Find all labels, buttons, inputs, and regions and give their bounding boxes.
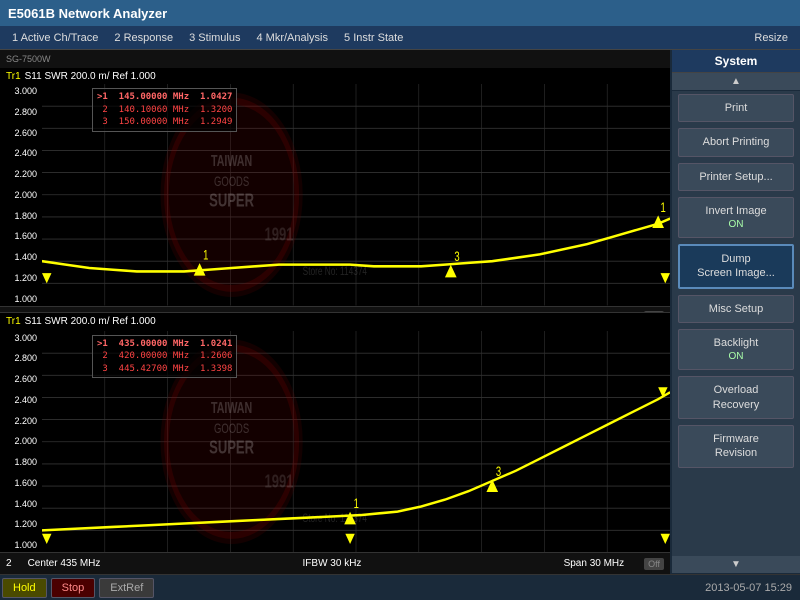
extref-button[interactable]: ExtRef [99,578,154,598]
panel-scroll-down[interactable]: ▼ [672,556,800,574]
ch1-header-text: S11 SWR 200.0 m/ Ref 1.000 [25,71,156,82]
btn-printer-setup[interactable]: Printer Setup... [678,163,794,191]
y1-0: 3.000 [2,86,40,96]
ch2-span-badge: Off [644,558,664,570]
main-area: SG-7500W Tr1 S11 SWR 200.0 m/ Ref 1.000 … [0,50,800,574]
y1-4: 2.200 [2,169,40,179]
y2-0: 3.000 [2,333,40,343]
btn-misc-setup[interactable]: Misc Setup [678,295,794,323]
svg-text:1: 1 [661,200,666,215]
svg-text:3: 3 [496,464,501,479]
chart-footer-2: 2 Center 435 MHz IFBW 30 kHz Span 30 MHz… [0,552,670,574]
app-title: E5061B Network Analyzer [8,6,167,21]
grid-area-2: TAIWAN GOODS SUPER 1991 Store No: 114374… [42,331,670,553]
svg-text:GOODS: GOODS [214,421,249,436]
y1-7: 1.600 [2,231,40,241]
chart-footer-1: 1 Center 145 MHz IFBW 30 kHz Span 10 MHz… [0,306,670,313]
y1-10: 1.000 [2,294,40,304]
ch2-center: Center 435 MHz [28,558,101,569]
ch2-num: 2 [6,558,12,569]
y2-6: 1.800 [2,457,40,467]
marker-row-2-2: 2 420.00000 MHz 1.2606 [97,350,232,363]
chart-header-1: SG-7500W [0,50,670,68]
y1-1: 2.800 [2,107,40,117]
ch1-trace-label: Tr1 [6,71,21,82]
title-bar: E5061B Network Analyzer [0,0,800,26]
menu-bar: 1 Active Ch/Trace 2 Response 3 Stimulus … [0,26,800,50]
svg-text:TAIWAN: TAIWAN [211,398,252,415]
marker-row-2-1: >1 435.00000 MHz 1.0241 [97,338,232,351]
y2-2: 2.600 [2,374,40,384]
menu-response[interactable]: 2 Response [106,30,181,46]
y-axis-1: 3.000 2.800 2.600 2.400 2.200 2.000 1.80… [0,84,42,306]
y1-2: 2.600 [2,128,40,138]
y2-9: 1.200 [2,519,40,529]
y1-6: 1.800 [2,211,40,221]
chart-body-1: 3.000 2.800 2.600 2.400 2.200 2.000 1.80… [0,84,670,306]
stop-button[interactable]: Stop [51,578,96,598]
chart-trace-header-1: Tr1 S11 SWR 200.0 m/ Ref 1.000 [0,68,670,84]
chart-area: SG-7500W Tr1 S11 SWR 200.0 m/ Ref 1.000 … [0,50,670,574]
svg-text:SUPER: SUPER [209,437,254,458]
y2-8: 1.400 [2,499,40,509]
svg-text:Store No: 114374: Store No: 114374 [303,266,368,279]
datetime-display: 2013-05-07 15:29 [705,582,792,594]
marker-row-1-3: 3 150.00000 MHz 1.2949 [97,116,232,129]
marker-table-2: >1 435.00000 MHz 1.0241 2 420.00000 MHz … [92,335,237,379]
device-label: SG-7500W [6,54,51,64]
btn-backlight[interactable]: Backlight ON [678,329,794,370]
y1-3: 2.400 [2,148,40,158]
y1-9: 1.200 [2,273,40,283]
btn-dump-screen[interactable]: DumpScreen Image... [678,244,794,289]
ch2-header-text: S11 SWR 200.0 m/ Ref 1.000 [25,316,156,327]
menu-active-ch[interactable]: 1 Active Ch/Trace [4,30,106,46]
svg-text:TAIWAN: TAIWAN [211,152,252,169]
menu-instr[interactable]: 5 Instr State [336,30,411,46]
ch2-span: Span 30 MHz [564,558,625,569]
y2-4: 2.200 [2,416,40,426]
chart-trace-header-2: Tr1 S11 SWR 200.0 m/ Ref 1.000 [0,313,670,331]
chart-panel-1: SG-7500W Tr1 S11 SWR 200.0 m/ Ref 1.000 … [0,50,670,313]
ch2-ifbw: IFBW 30 kHz [303,558,362,569]
marker-row-2-3: 3 445.42700 MHz 1.3398 [97,363,232,376]
btn-firmware-revision[interactable]: FirmwareRevision [678,425,794,468]
grid-area-1: TAIWAN GOODS SUPER 1991 Store No: 114374… [42,84,670,306]
marker-table-1: >1 145.00000 MHz 1.0427 2 140.10060 MHz … [92,88,237,132]
invert-image-on-label: ON [683,218,789,231]
btn-invert-image[interactable]: Invert Image ON [678,197,794,238]
svg-text:1: 1 [354,496,359,511]
ch2-trace-label: Tr1 [6,316,21,327]
svg-text:1991: 1991 [264,471,293,492]
right-panel: System ▲ Print Abort Printing Printer Se… [670,50,800,574]
svg-text:1991: 1991 [264,224,293,245]
status-bar: Hold Stop ExtRef 2013-05-07 15:29 [0,574,800,600]
svg-text:GOODS: GOODS [214,175,249,190]
hold-button[interactable]: Hold [2,578,47,598]
svg-text:SUPER: SUPER [209,190,254,211]
backlight-on-label: ON [683,350,789,363]
y-axis-2: 3.000 2.800 2.600 2.400 2.200 2.000 1.80… [0,331,42,553]
y1-5: 2.000 [2,190,40,200]
chart-panel-2: Tr1 S11 SWR 200.0 m/ Ref 1.000 3.000 2.8… [0,313,670,575]
y1-8: 1.400 [2,252,40,262]
panel-title: System [672,50,800,73]
marker-row-1-1: >1 145.00000 MHz 1.0427 [97,91,232,104]
y2-3: 2.400 [2,395,40,405]
btn-print[interactable]: Print [678,94,794,122]
resize-button[interactable]: Resize [746,30,796,46]
y2-1: 2.800 [2,353,40,363]
y2-10: 1.000 [2,540,40,550]
panel-scroll-up[interactable]: ▲ [672,73,800,91]
chart-body-2: 3.000 2.800 2.600 2.400 2.200 2.000 1.80… [0,331,670,553]
y2-5: 2.000 [2,436,40,446]
btn-abort-printing[interactable]: Abort Printing [678,128,794,156]
y2-7: 1.600 [2,478,40,488]
menu-mkr[interactable]: 4 Mkr/Analysis [248,30,336,46]
btn-overload-recovery[interactable]: OverloadRecovery [678,376,794,419]
menu-stimulus[interactable]: 3 Stimulus [181,30,248,46]
marker-row-1-2: 2 140.10060 MHz 1.3200 [97,104,232,117]
svg-text:3: 3 [454,250,459,265]
svg-text:1: 1 [203,248,208,263]
